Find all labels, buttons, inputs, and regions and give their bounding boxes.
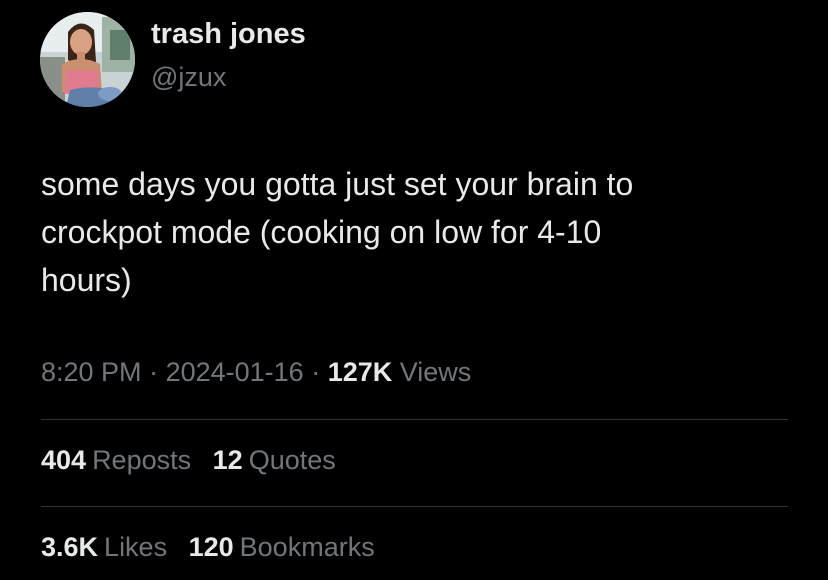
- engagement-stats-row: 404 Reposts 12 Quotes: [41, 445, 350, 476]
- tweet-text-line: hours): [41, 262, 132, 298]
- tweet-meta: 8:20 PM · 2024-01-16 · 127K Views: [41, 357, 471, 388]
- tweet-card: trash jones @jzux some days you gotta ju…: [0, 0, 828, 580]
- likes-label: Likes: [104, 532, 168, 562]
- bookmarks-count: 120: [188, 532, 234, 562]
- likes-count: 3.6K: [41, 532, 99, 562]
- reposts-count: 404: [41, 445, 87, 475]
- avatar[interactable]: [40, 12, 135, 107]
- avatar-photo: [40, 12, 135, 107]
- author-name[interactable]: trash jones: [151, 18, 306, 51]
- reposts-label: Reposts: [92, 445, 192, 475]
- engagement-stats-row: 3.6K Likes 120 Bookmarks: [41, 532, 389, 563]
- quotes-label: Quotes: [248, 445, 336, 475]
- tweet-text-line: crockpot mode (cooking on low for 4-10: [41, 214, 602, 250]
- tweet-text: some days you gotta just set your brain …: [41, 160, 781, 304]
- views-count: 127K: [327, 357, 393, 387]
- reposts-stat[interactable]: 404 Reposts: [41, 445, 191, 476]
- views-label: Views: [399, 357, 472, 387]
- quotes-count: 12: [212, 445, 243, 475]
- likes-stat[interactable]: 3.6K Likes: [41, 532, 167, 563]
- quotes-stat[interactable]: 12 Quotes: [213, 445, 336, 476]
- meta-separator: ·: [303, 357, 328, 387]
- tweet-time[interactable]: 8:20 PM: [41, 357, 142, 387]
- bookmarks-label: Bookmarks: [239, 532, 375, 562]
- author-handle[interactable]: @jzux: [151, 62, 226, 93]
- divider: [41, 419, 788, 420]
- meta-separator: ·: [141, 357, 166, 387]
- tweet-date[interactable]: 2024-01-16: [166, 357, 304, 387]
- tweet-text-line: some days you gotta just set your brain …: [41, 166, 634, 202]
- divider: [41, 506, 788, 507]
- bookmarks-stat[interactable]: 120 Bookmarks: [189, 532, 375, 563]
